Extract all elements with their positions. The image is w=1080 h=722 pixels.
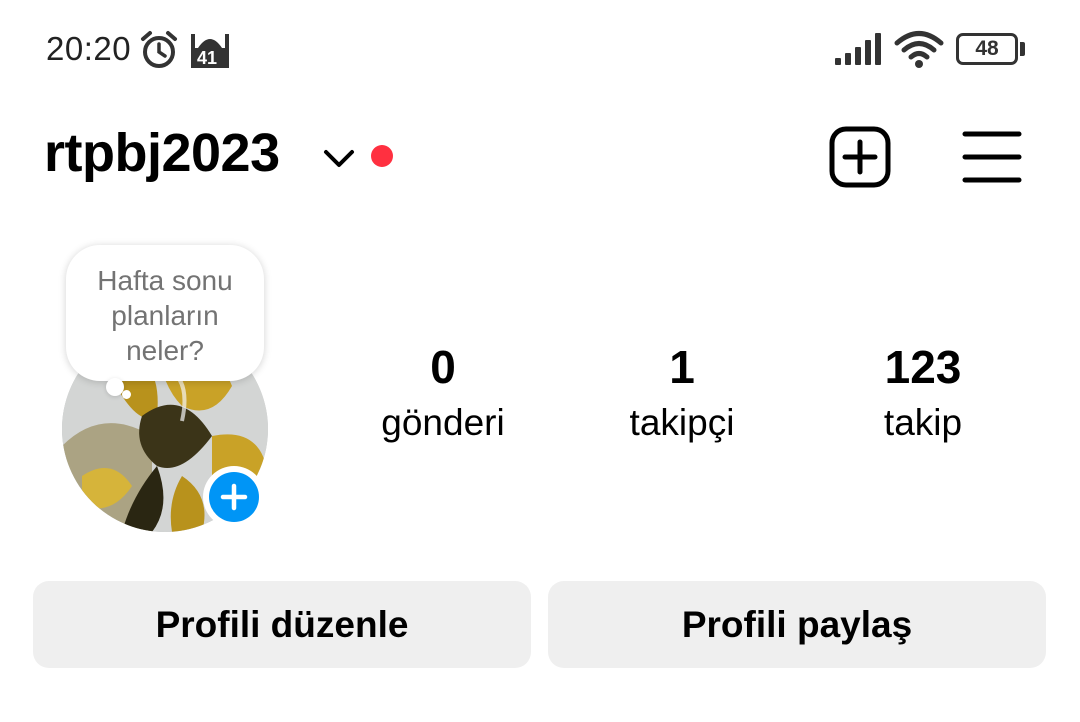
signal-icon (835, 33, 881, 65)
posts-count: 0 (430, 341, 456, 393)
add-post-icon[interactable] (828, 125, 892, 189)
alarm-icon (141, 31, 177, 68)
note-text-line1: Hafta sonu (97, 265, 233, 296)
notification-dot (371, 145, 393, 167)
followers-label: takipçi (629, 402, 735, 443)
edit-profile-button[interactable]: Profili düzenle (33, 581, 531, 668)
note-text-line3: neler? (126, 335, 204, 366)
add-story-circle (209, 472, 259, 522)
plus-icon (220, 483, 248, 511)
posts-label: gönderi (381, 402, 505, 443)
add-story-button[interactable] (203, 466, 265, 528)
profile-screen: 20:20 41 48 rtpbj2023 Hafta sonu planlar… (0, 0, 1080, 722)
note-tail-dot-small (122, 390, 131, 399)
followers-count: 1 (669, 341, 695, 393)
note-text-line2: planların (111, 300, 219, 331)
status-time: 20:20 (46, 30, 132, 67)
battery-tip (1020, 42, 1025, 56)
battery-icon: 48 (956, 33, 1018, 65)
wifi-icon (894, 31, 944, 68)
notification-count-badge: 41 (195, 48, 220, 68)
profile-username[interactable]: rtpbj2023 (44, 122, 280, 184)
followers-stat[interactable]: 1 takipçi (582, 338, 782, 448)
following-stat[interactable]: 123 takip (823, 338, 1023, 448)
following-label: takip (883, 402, 963, 443)
posts-stat[interactable]: 0 gönderi (343, 338, 543, 448)
share-profile-button[interactable]: Profili paylaş (548, 581, 1046, 668)
note-bubble[interactable]: Hafta sonu planların neler? (66, 245, 264, 381)
battery-level: 48 (975, 37, 999, 60)
chevron-down-icon[interactable] (320, 142, 358, 174)
following-count: 123 (884, 341, 962, 393)
menu-icon[interactable] (962, 128, 1022, 186)
